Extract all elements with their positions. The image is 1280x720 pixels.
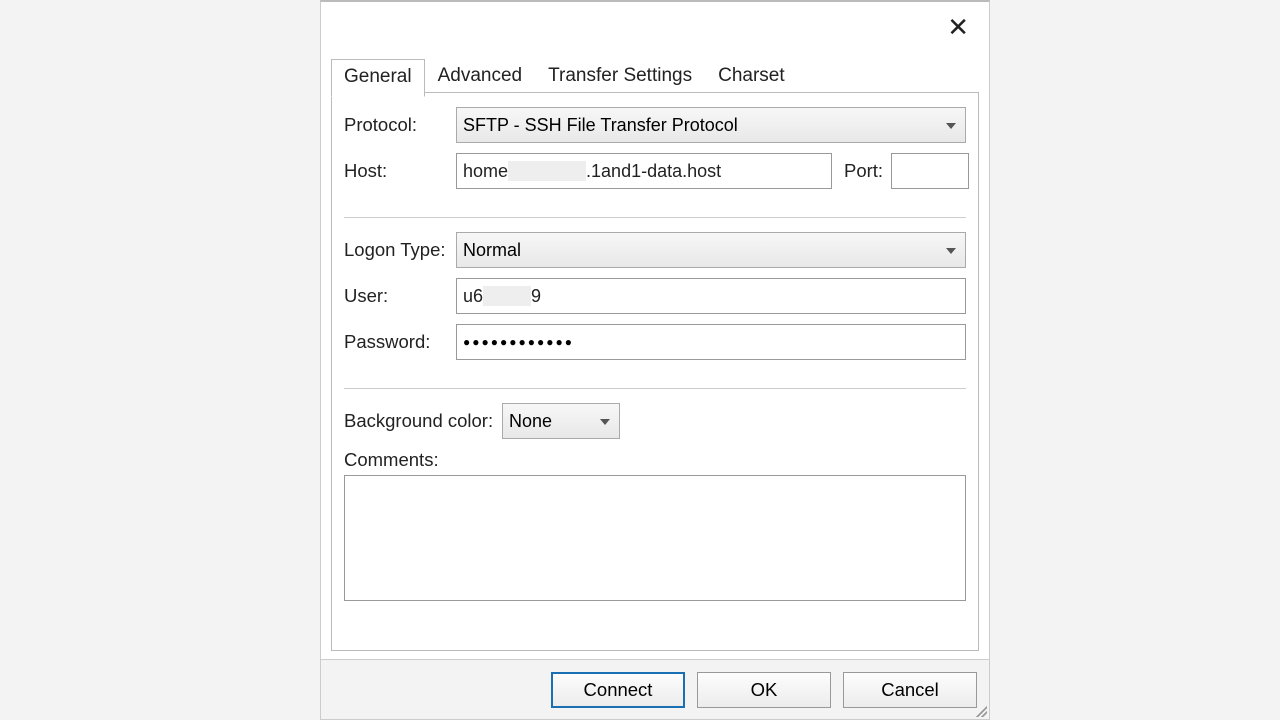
port-input[interactable]	[891, 153, 969, 189]
cancel-button[interactable]: Cancel	[843, 672, 977, 708]
protocol-label: Protocol:	[344, 114, 456, 136]
user-prefix: u6	[463, 286, 483, 307]
host-label: Host:	[344, 160, 456, 182]
divider-1	[344, 217, 966, 218]
tab-advanced[interactable]: Advanced	[425, 58, 536, 96]
tab-strip: General Advanced Transfer Settings Chars…	[331, 58, 989, 96]
site-manager-dialog: ✕ General Advanced Transfer Settings Cha…	[320, 0, 990, 720]
tab-charset[interactable]: Charset	[705, 58, 798, 96]
logon-type-label: Logon Type:	[344, 239, 456, 261]
host-input[interactable]: home .1and1-data.host	[456, 153, 832, 189]
bgcolor-label: Background color:	[344, 410, 502, 432]
password-input[interactable]	[456, 324, 966, 360]
logon-type-select[interactable]: Normal	[456, 232, 966, 268]
resize-grip-icon[interactable]	[973, 703, 987, 717]
host-redacted	[508, 161, 586, 181]
connect-button[interactable]: Connect	[551, 672, 685, 708]
user-redacted	[483, 286, 531, 306]
user-suffix: 9	[531, 286, 541, 307]
comments-textarea[interactable]	[344, 475, 966, 601]
tab-general[interactable]: General	[331, 59, 425, 97]
password-label: Password:	[344, 331, 456, 353]
close-icon[interactable]: ✕	[941, 12, 975, 42]
ok-button[interactable]: OK	[697, 672, 831, 708]
bgcolor-select[interactable]: None	[502, 403, 620, 439]
dialog-footer: Connect OK Cancel	[321, 659, 989, 719]
tab-content-general: Protocol: SFTP - SSH File Transfer Proto…	[331, 92, 979, 651]
user-input[interactable]: u6 9	[456, 278, 966, 314]
protocol-select[interactable]: SFTP - SSH File Transfer Protocol	[456, 107, 966, 143]
comments-label: Comments:	[344, 449, 966, 471]
tab-transfer-settings[interactable]: Transfer Settings	[535, 58, 705, 96]
host-suffix: .1and1-data.host	[586, 161, 721, 182]
host-prefix: home	[463, 161, 508, 182]
port-label: Port:	[844, 160, 883, 182]
user-label: User:	[344, 285, 456, 307]
divider-2	[344, 388, 966, 389]
